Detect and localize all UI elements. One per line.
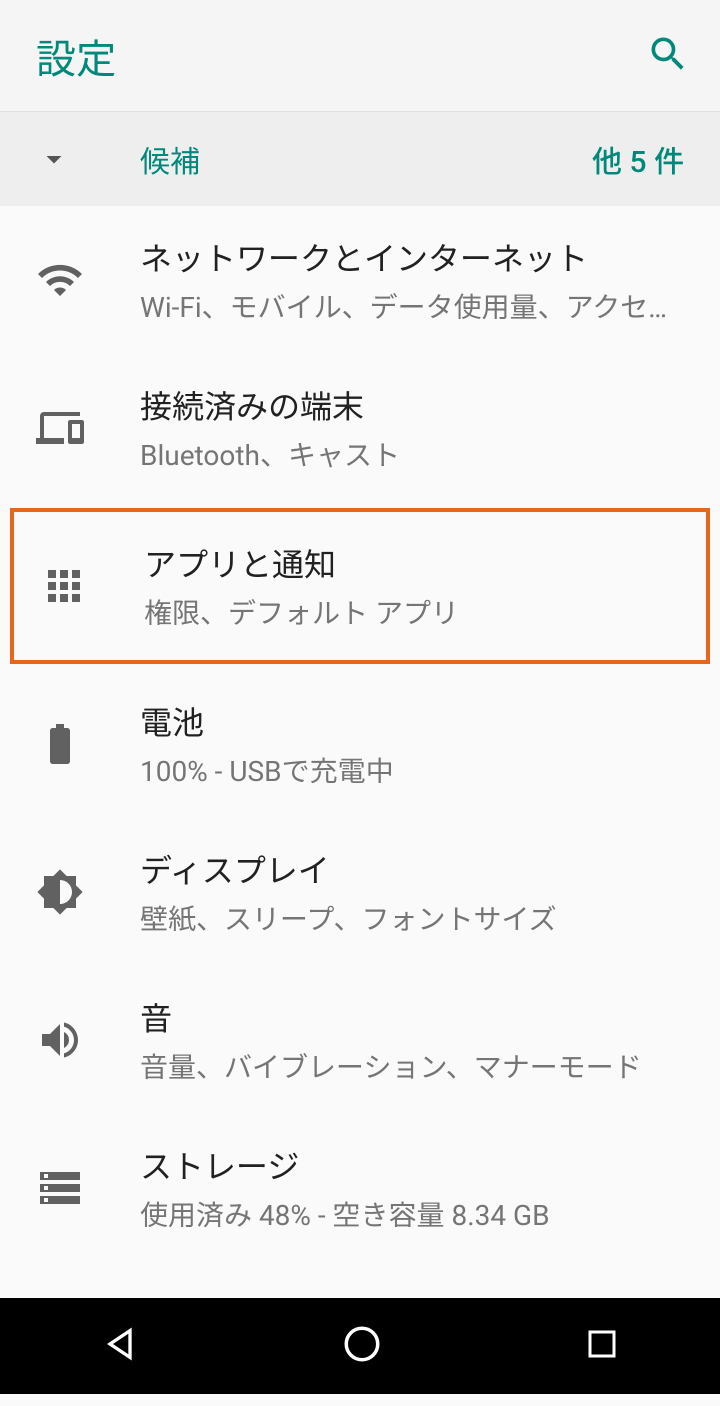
settings-list: ネットワークとインターネット Wi-Fi、モバイル、データ使用量、アクセ… 接続… [0,206,720,1406]
item-subtitle: 100% - USBで充電中 [140,750,692,790]
wifi-icon [36,256,140,304]
suggestions-bar[interactable]: 候補 他 5 件 [0,112,720,206]
item-battery[interactable]: 電池 100% - USBで充電中 [0,670,720,818]
system-navbar [0,1298,720,1394]
item-subtitle: 権限、デフォルト アプリ [144,592,678,632]
nav-home-icon[interactable] [341,1323,383,1369]
item-texts: アプリと通知 権限、デフォルト アプリ [144,540,678,632]
item-title: アプリと通知 [144,540,678,586]
item-subtitle: Wi-Fi、モバイル、データ使用量、アクセ… [140,286,692,326]
devices-icon [36,404,140,452]
item-texts: ストレージ 使用済み 48% - 空き容量 8.34 GB [140,1142,692,1234]
battery-icon [36,720,140,768]
volume-icon [36,1016,140,1064]
item-connected-devices[interactable]: 接続済みの端末 Bluetooth、キャスト [0,354,720,502]
page-title: 設定 [36,27,116,85]
item-subtitle: 使用済み 48% - 空き容量 8.34 GB [140,1194,692,1234]
item-title: ディスプレイ [140,846,692,892]
item-network[interactable]: ネットワークとインターネット Wi-Fi、モバイル、データ使用量、アクセ… [0,206,720,354]
item-title: ネットワークとインターネット [140,234,692,280]
brightness-icon [36,868,140,916]
item-texts: 音 音量、バイブレーション、マナーモード [140,994,692,1086]
item-subtitle: 壁紙、スリープ、フォントサイズ [140,898,692,938]
item-texts: ネットワークとインターネット Wi-Fi、モバイル、データ使用量、アクセ… [140,234,692,326]
suggestions-label: 候補 [140,137,592,181]
item-subtitle: Bluetooth、キャスト [140,434,692,474]
item-sound[interactable]: 音 音量、バイブレーション、マナーモード [0,966,720,1114]
item-texts: 接続済みの端末 Bluetooth、キャスト [140,382,692,474]
item-title: 電池 [140,698,692,744]
item-title: 接続済みの端末 [140,382,692,428]
item-title: ストレージ [140,1142,692,1188]
apps-icon [40,562,144,610]
item-title: 音 [140,994,692,1040]
item-apps-notifications[interactable]: アプリと通知 権限、デフォルト アプリ [10,508,710,664]
app-header: 設定 [0,0,720,112]
item-texts: ディスプレイ 壁紙、スリープ、フォントサイズ [140,846,692,938]
suggestions-more[interactable]: 他 5 件 [592,137,684,181]
search-icon[interactable] [646,32,690,80]
item-subtitle: 音量、バイブレーション、マナーモード [140,1046,692,1086]
item-display[interactable]: ディスプレイ 壁紙、スリープ、フォントサイズ [0,818,720,966]
item-texts: 電池 100% - USBで充電中 [140,698,692,790]
nav-recent-icon[interactable] [584,1326,620,1366]
item-storage[interactable]: ストレージ 使用済み 48% - 空き容量 8.34 GB [0,1114,720,1262]
storage-icon [36,1164,140,1212]
chevron-down-icon [36,141,140,177]
nav-back-icon[interactable] [100,1324,140,1368]
